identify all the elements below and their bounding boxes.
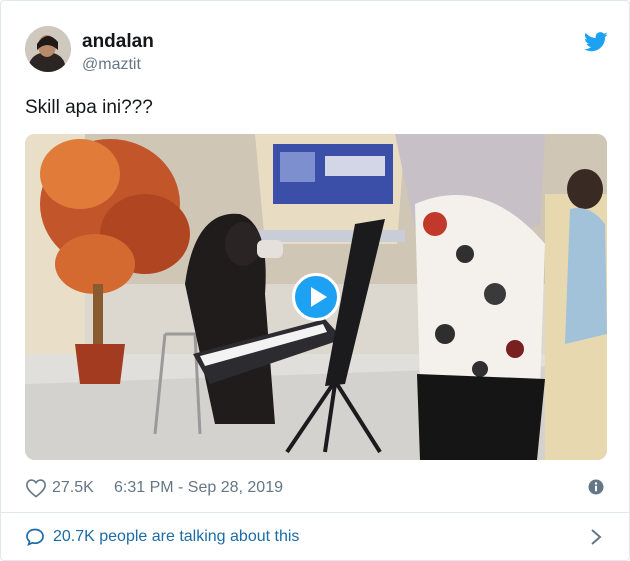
- avatar[interactable]: [25, 26, 71, 72]
- conversation-link[interactable]: 20.7K people are talking about this: [1, 513, 629, 560]
- info-circle-icon[interactable]: [588, 479, 604, 495]
- heart-outline-icon[interactable]: [25, 478, 47, 498]
- tweet-text: Skill apa ini???: [25, 97, 153, 118]
- avatar-image: [25, 26, 71, 72]
- twitter-bird-icon[interactable]: [584, 31, 608, 53]
- timestamp[interactable]: 6:31 PM - Sep 28, 2019: [114, 479, 283, 497]
- video-player[interactable]: [25, 134, 607, 460]
- speech-bubble-icon: [26, 528, 44, 547]
- display-name[interactable]: andalan: [82, 31, 154, 53]
- chevron-right-icon: [591, 529, 602, 545]
- like-count[interactable]: 27.5K: [52, 479, 94, 497]
- conversation-text: 20.7K people are talking about this: [53, 528, 300, 545]
- tweet-meta-row: 27.5K 6:31 PM - Sep 28, 2019: [25, 477, 607, 499]
- tweet-card: andalan @maztit Skill apa ini??? 27.5K 6…: [0, 0, 630, 561]
- play-button[interactable]: [292, 273, 340, 321]
- user-handle[interactable]: @maztit: [82, 56, 141, 74]
- play-icon: [311, 287, 327, 307]
